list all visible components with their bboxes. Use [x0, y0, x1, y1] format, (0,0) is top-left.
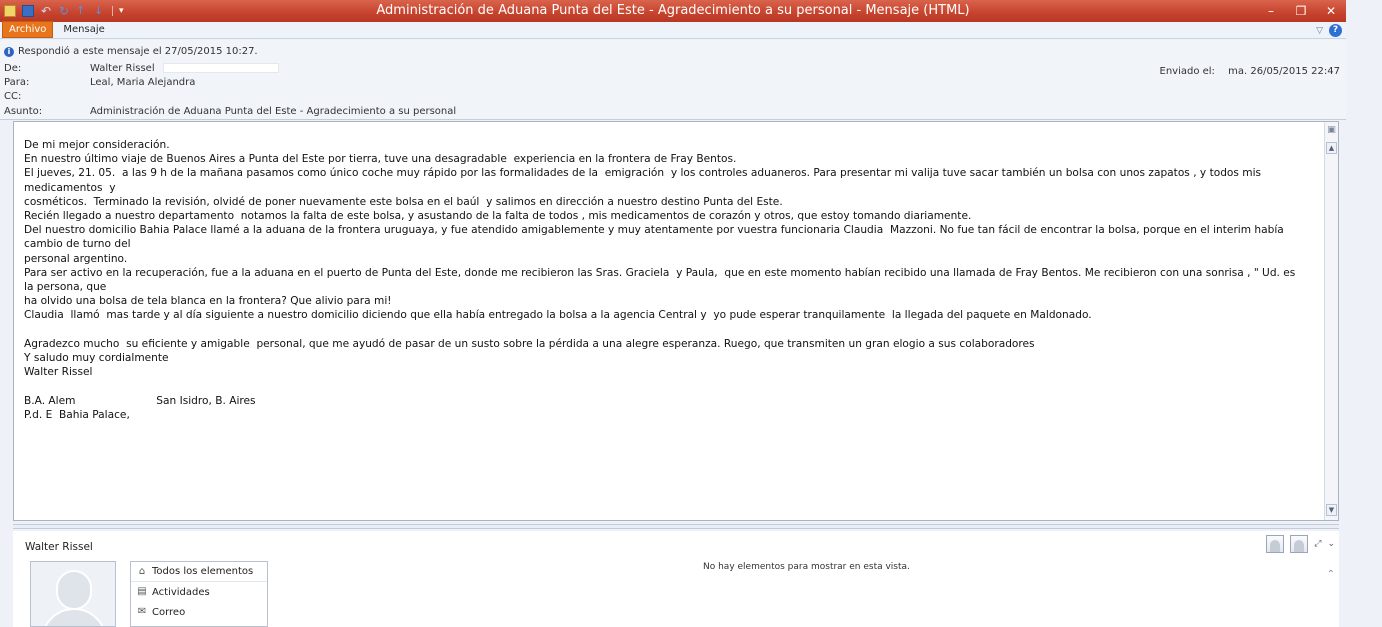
tab-archivo[interactable]: Archivo — [2, 21, 54, 38]
mail-icon: ✉ — [137, 606, 147, 617]
chevron-down-icon[interactable]: ⌄ — [1327, 539, 1335, 549]
message-line: Para ser activo en la recuperación, fue … — [24, 266, 1299, 294]
scroll-up-icon[interactable]: ⌃ — [1327, 569, 1335, 580]
people-pane-name: Walter Rissel — [25, 541, 93, 553]
subject-row: Asunto: Administración de Aduana Punta d… — [4, 106, 456, 117]
close-button[interactable]: ✕ — [1316, 0, 1346, 22]
list-item-activities[interactable]: ▤ Actividades — [131, 582, 267, 602]
message-line: ha olvido una bolsa de tela blanca en la… — [24, 295, 392, 308]
list-item-all[interactable]: ⌂ Todos los elementos — [131, 562, 267, 582]
save-icon[interactable] — [22, 5, 34, 17]
tab-mensaje[interactable]: Mensaje — [53, 21, 110, 38]
message-line: De mi mejor consideración. — [24, 139, 170, 151]
to-row: Para: Leal, Maria Alejandra — [4, 77, 195, 88]
redo-icon[interactable]: ↻ — [58, 5, 70, 17]
message-line: P.d. E Bahia Palace, — [24, 408, 130, 421]
message-line: Recién llegado a nuestro departamento no… — [24, 210, 972, 223]
sent-value: ma. 26/05/2015 22:47 — [1228, 66, 1340, 77]
toolbar-separator — [112, 6, 113, 16]
arrow-down-icon[interactable]: ↓ — [94, 5, 106, 17]
header-divider — [0, 119, 1346, 120]
message-header: i Respondió a este mensaje el 27/05/2015… — [0, 40, 1346, 120]
cc-label: CC: — [4, 91, 22, 102]
info-icon: i — [4, 46, 14, 57]
expand-icon[interactable]: ⤢ — [1314, 539, 1321, 549]
message-text: De mi mejor consideración. En nuestro últ… — [24, 138, 1308, 422]
from-value[interactable]: Walter Rissel — [90, 63, 155, 74]
vertical-scrollbar[interactable]: ▣ ▲ ▼ — [1324, 122, 1338, 520]
message-line: En nuestro último viaje de Buenos Aires … — [24, 153, 737, 166]
from-row: De: Walter Rissel — [4, 63, 279, 74]
undo-icon[interactable]: ↶ — [40, 5, 52, 17]
message-line: El jueves, 21. 05. a las 9 h de la mañan… — [24, 167, 1265, 194]
ribbon-tabs: Archivo Mensaje ▽ ? — [0, 21, 1346, 39]
activities-icon: ▤ — [137, 586, 147, 597]
info-text: Respondió a este mensaje el 27/05/2015 1… — [18, 46, 258, 57]
from-label: De: — [4, 63, 22, 74]
zoom-icon[interactable]: ▣ — [1325, 125, 1338, 139]
people-filter-list: ⌂ Todos los elementos ▤ Actividades ✉ Co… — [130, 561, 268, 627]
restore-button[interactable]: ❐ — [1286, 0, 1316, 22]
message-line: Agradezco mucho su eficiente y amigable … — [24, 337, 1035, 350]
mail-icon — [4, 5, 16, 17]
message-line: Del nuestro domicilio Bahia Palace llamé… — [24, 224, 1288, 251]
sent-label: Enviado el: — [1159, 66, 1215, 77]
arrow-up-icon[interactable]: ↑ — [76, 5, 88, 17]
scroll-down-button[interactable]: ▼ — [1326, 504, 1337, 516]
ribbon-right-controls: ▽ ? — [1316, 24, 1342, 37]
sent-info: Enviado el: ma. 26/05/2015 22:47 — [1160, 66, 1341, 77]
message-line: B.A. Alem San Isidro, B. Aires — [24, 394, 256, 407]
avatar — [30, 561, 116, 627]
redacted-email — [162, 63, 279, 73]
contact-icon[interactable] — [1266, 535, 1285, 553]
home-icon: ⌂ — [138, 565, 146, 577]
list-item-label: Actividades — [152, 586, 210, 598]
list-item-label: Correo — [152, 606, 186, 618]
subject-label: Asunto: — [4, 106, 43, 117]
to-value[interactable]: Leal, Maria Alejandra — [90, 77, 195, 88]
message-line: Walter Rissel — [24, 366, 93, 379]
customize-icon[interactable]: ▾ — [119, 5, 131, 17]
message-body[interactable]: De mi mejor consideración. En nuestro últ… — [13, 121, 1339, 521]
minimize-button[interactable]: – — [1256, 0, 1286, 22]
pane-splitter[interactable] — [13, 524, 1339, 529]
list-item-label: Todos los elementos — [152, 566, 254, 577]
people-pane: Walter Rissel ⤢ ⌄ ⌂ Todos los elementos … — [13, 531, 1339, 627]
help-icon[interactable]: ? — [1329, 24, 1342, 37]
message-line: personal argentino. — [24, 252, 128, 265]
message-line: Claudia llamó mas tarde y al día siguien… — [24, 309, 1092, 322]
quick-access-toolbar: ↶ ↻ ↑ ↓ ▾ — [0, 0, 131, 22]
collapse-ribbon-icon[interactable]: ▽ — [1316, 26, 1323, 36]
to-label: Para: — [4, 77, 30, 88]
empty-view-text: No hay elementos para mostrar en esta vi… — [703, 562, 910, 572]
message-line: Y saludo muy cordialmente — [24, 352, 169, 365]
scroll-up-button[interactable]: ▲ — [1326, 142, 1337, 154]
title-bar: ↶ ↻ ↑ ↓ ▾ Administración de Aduana Punta… — [0, 0, 1346, 22]
window-title: Administración de Aduana Punta del Este … — [376, 3, 970, 18]
subject-value: Administración de Aduana Punta del Este … — [90, 106, 457, 117]
contact-icon[interactable] — [1290, 535, 1309, 553]
list-item-mail[interactable]: ✉ Correo — [131, 602, 267, 622]
message-line: cosméticos. Terminado la revisión, olvid… — [24, 195, 783, 208]
info-bar[interactable]: i Respondió a este mensaje el 27/05/2015… — [4, 46, 258, 57]
people-pane-controls: ⤢ ⌄ — [1266, 535, 1335, 553]
cc-row: CC: — [4, 91, 90, 102]
window-controls: – ❐ ✕ — [1256, 0, 1346, 22]
